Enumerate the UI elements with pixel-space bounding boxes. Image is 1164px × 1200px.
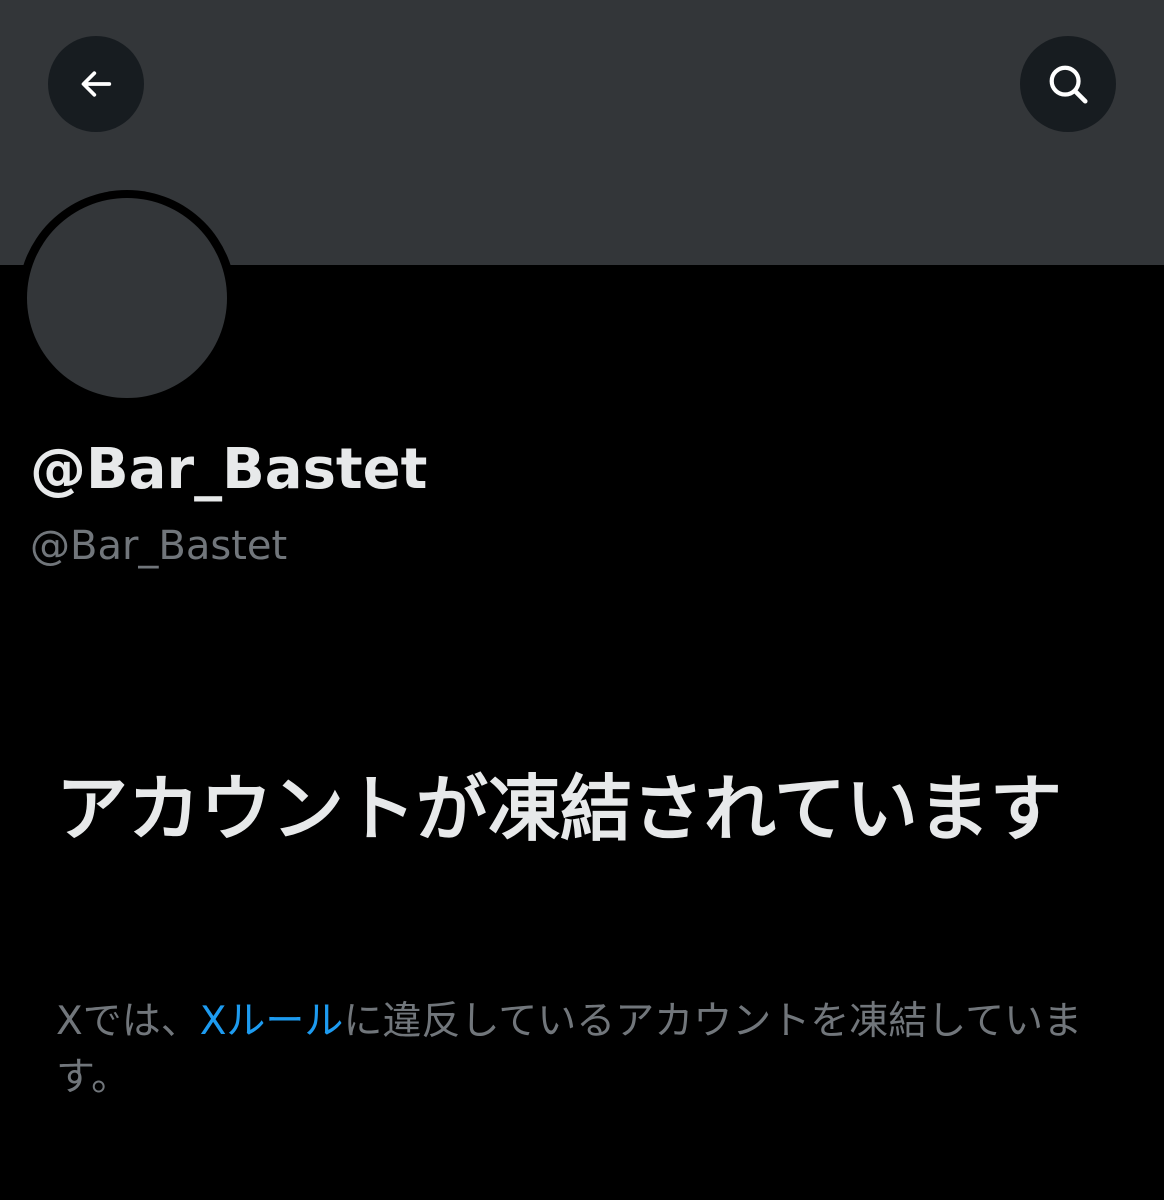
profile-handle: @Bar_Bastet [30, 523, 288, 569]
description-prefix: Xでは、 [56, 999, 200, 1044]
avatar[interactable] [27, 198, 227, 398]
search-button[interactable] [1020, 36, 1116, 132]
arrow-left-icon [76, 64, 116, 104]
suspended-description: Xでは、Xルールに違反しているアカウントを凍結しています。 [56, 994, 1116, 1106]
back-button[interactable] [48, 36, 144, 132]
profile-display-name: @Bar_Bastet [30, 437, 428, 502]
suspended-title: アカウントが凍結されています [56, 767, 1062, 851]
x-rules-link[interactable]: Xルール [200, 999, 344, 1044]
search-icon [1045, 61, 1091, 107]
